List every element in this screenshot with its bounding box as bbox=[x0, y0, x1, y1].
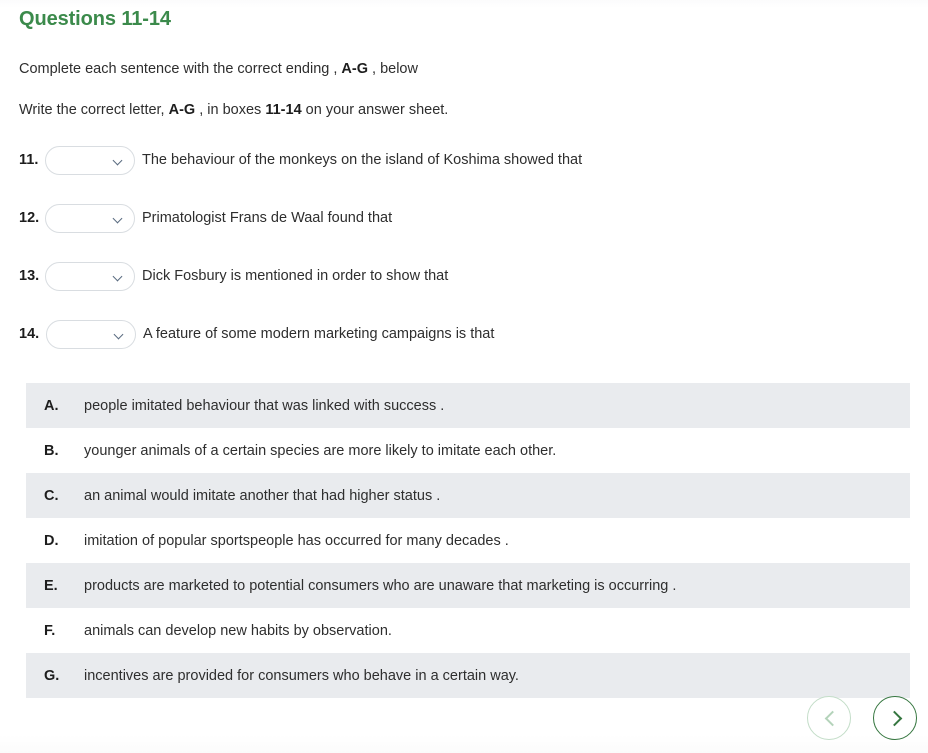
option-text-a: people imitated behaviour that was linke… bbox=[84, 397, 445, 414]
option-text-f: animals can develop new habits by observ… bbox=[84, 622, 392, 639]
instruction-2-range: A-G bbox=[168, 102, 196, 118]
list-item: A. people imitated behaviour that was li… bbox=[26, 383, 910, 428]
question-row-12: 12. Primatologist Frans de Waal found th… bbox=[19, 203, 392, 233]
option-letter-d: D. bbox=[44, 532, 59, 549]
list-item: G. incentives are provided for consumers… bbox=[26, 653, 910, 698]
question-text-13: Dick Fosbury is mentioned in order to sh… bbox=[142, 268, 449, 284]
answer-dropdown-14[interactable] bbox=[46, 319, 136, 349]
question-number-12: 12. bbox=[19, 210, 40, 226]
chevron-left-icon bbox=[823, 712, 835, 724]
previous-page-button[interactable] bbox=[807, 696, 851, 740]
option-text-d: imitation of popular sportspeople has oc… bbox=[84, 532, 509, 549]
option-letter-g: G. bbox=[44, 667, 60, 684]
question-number-11: 11. bbox=[19, 152, 39, 168]
question-text-12: Primatologist Frans de Waal found that bbox=[142, 210, 393, 226]
list-item: C. an animal would imitate another that … bbox=[26, 473, 910, 518]
option-text-c: an animal would imitate another that had… bbox=[84, 487, 441, 504]
question-row-11: 11. The behaviour of the monkeys on the … bbox=[19, 145, 582, 175]
instruction-2-mid: , in boxes bbox=[195, 102, 266, 118]
instruction-2-boxes: 11-14 bbox=[265, 102, 302, 118]
instruction-1-suffix: , below bbox=[368, 61, 418, 77]
next-page-button[interactable] bbox=[873, 696, 917, 740]
chevron-down-icon bbox=[114, 272, 123, 281]
option-text-g: incentives are provided for consumers wh… bbox=[84, 667, 519, 684]
list-item: D. imitation of popular sportspeople has… bbox=[26, 518, 910, 563]
exam-question-page: Questions 11-14 Complete each sentence w… bbox=[0, 0, 928, 753]
page-title: Questions 11-14 bbox=[19, 8, 171, 30]
option-letter-e: E. bbox=[44, 577, 58, 594]
answer-dropdown-13[interactable] bbox=[45, 261, 135, 291]
option-letter-a: A. bbox=[44, 397, 59, 414]
chevron-down-icon bbox=[115, 330, 124, 339]
instruction-line-1: Complete each sentence with the correct … bbox=[19, 59, 418, 80]
chevron-down-icon bbox=[114, 214, 123, 223]
chevron-down-icon bbox=[114, 156, 123, 165]
list-item: E. products are marketed to potential co… bbox=[26, 563, 910, 608]
option-text-e: products are marketed to potential consu… bbox=[84, 577, 677, 594]
pagination-controls bbox=[807, 696, 917, 740]
question-number-14: 14. bbox=[19, 326, 40, 342]
list-item: F. animals can develop new habits by obs… bbox=[26, 608, 910, 653]
option-letter-f: F. bbox=[44, 622, 56, 639]
option-letter-b: B. bbox=[44, 442, 59, 459]
question-text-11: The behaviour of the monkeys on the isla… bbox=[142, 152, 583, 168]
question-row-13: 13. Dick Fosbury is mentioned in order t… bbox=[19, 261, 448, 291]
instruction-2-prefix: Write the correct letter, bbox=[19, 102, 169, 118]
answer-dropdown-12[interactable] bbox=[45, 203, 135, 233]
instruction-2-suffix: on your answer sheet. bbox=[301, 102, 449, 118]
option-text-b: younger animals of a certain species are… bbox=[84, 442, 557, 459]
question-text-14: A feature of some modern marketing campa… bbox=[143, 326, 495, 342]
list-item: B. younger animals of a certain species … bbox=[26, 428, 910, 473]
question-row-14: 14. A feature of some modern marketing c… bbox=[19, 319, 494, 349]
answer-options-list: A. people imitated behaviour that was li… bbox=[26, 383, 910, 698]
question-number-13: 13. bbox=[19, 268, 40, 284]
instruction-line-2: Write the correct letter, A-G , in boxes… bbox=[19, 100, 448, 121]
chevron-right-icon bbox=[889, 712, 901, 724]
instruction-1-prefix: Complete each sentence with the correct … bbox=[19, 61, 342, 77]
option-letter-c: C. bbox=[44, 487, 59, 504]
answer-dropdown-11[interactable] bbox=[45, 145, 135, 175]
instruction-1-range: A-G bbox=[341, 61, 368, 77]
